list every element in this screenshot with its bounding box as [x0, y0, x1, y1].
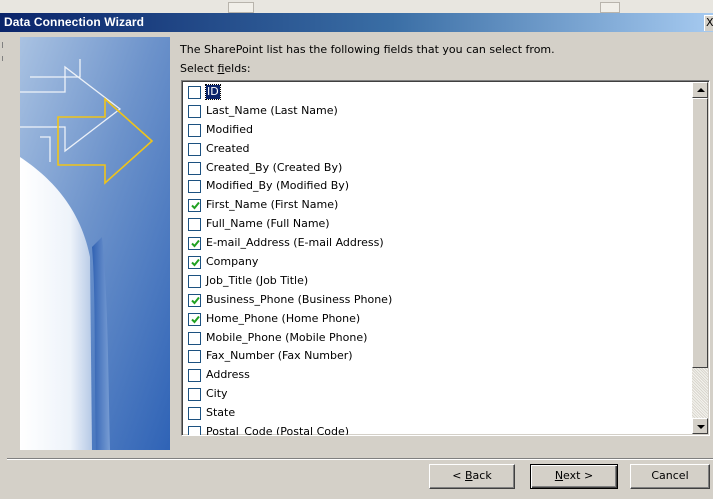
scroll-down-arrow-icon	[697, 425, 705, 429]
field-checkbox[interactable]	[188, 350, 201, 364]
field-checkbox[interactable]	[188, 123, 201, 137]
field-label: Created_By (Created By)	[206, 160, 343, 174]
button-separator-highlight	[7, 459, 713, 460]
edge-tick	[2, 56, 3, 61]
field-label: First_Name (First Name)	[206, 198, 339, 212]
field-checkbox[interactable]	[188, 237, 201, 251]
field-checkbox[interactable]	[188, 256, 201, 270]
background-scrollbar-fragment	[600, 2, 620, 13]
field-label: Company	[206, 255, 259, 269]
field-label: Fax_Number (Fax Number)	[206, 349, 353, 363]
field-label: Home_Phone (Home Phone)	[206, 311, 361, 325]
field-checkbox[interactable]	[188, 369, 201, 383]
select-fields-label: Select fields:	[180, 62, 251, 75]
check-mark-icon	[191, 296, 200, 305]
field-checkbox[interactable]	[188, 86, 201, 99]
field-checkbox[interactable]	[188, 426, 201, 435]
vertical-scrollbar[interactable]	[692, 82, 708, 434]
field-label: ID	[205, 84, 221, 100]
field-checkbox[interactable]	[188, 293, 201, 307]
background-window-strip	[0, 0, 713, 13]
next-suffix: ext >	[563, 469, 594, 482]
field-checkbox[interactable]	[188, 312, 201, 326]
wizard-side-panel	[20, 37, 170, 450]
field-checkbox[interactable]	[188, 218, 201, 232]
next-mnemonic: N	[554, 469, 564, 482]
back-prefix: <	[452, 469, 465, 482]
field-checkbox[interactable]	[188, 274, 201, 288]
window-left-edge	[0, 32, 7, 499]
check-mark-icon	[191, 202, 200, 210]
back-button[interactable]: < Back	[429, 464, 515, 489]
fields-listbox[interactable]: ID Last_Name (Last Name) Modified Created Cr…	[181, 80, 710, 436]
field-label: Full_Name (Full Name)	[206, 217, 330, 231]
field-checkbox[interactable]	[188, 388, 201, 402]
field-label: Mobile_Phone (Mobile Phone)	[206, 330, 368, 344]
check-mark-icon	[191, 315, 200, 324]
scroll-up-arrow-icon	[697, 88, 705, 92]
field-label: Address	[206, 368, 250, 382]
scroll-up-button[interactable]	[692, 82, 708, 98]
scroll-down-button[interactable]	[692, 418, 708, 434]
cancel-button[interactable]: Cancel	[630, 464, 710, 489]
field-checkbox[interactable]	[188, 331, 201, 345]
edge-tick	[2, 42, 3, 48]
close-button[interactable]: X	[704, 15, 713, 31]
field-label: City	[206, 387, 228, 401]
select-label-prefix: Select	[180, 62, 218, 75]
close-icon: X	[706, 16, 713, 29]
field-label: Business_Phone (Business Phone)	[206, 292, 393, 306]
field-label: State	[206, 406, 236, 420]
next-button[interactable]: Next >	[530, 464, 618, 489]
field-checkbox[interactable]	[188, 199, 201, 213]
background-scrollbar-fragment	[228, 2, 254, 13]
field-label: E-mail_Address (E-mail Address)	[206, 236, 384, 250]
field-label: Postal_Code (Postal Code)	[206, 425, 350, 436]
field-checkbox[interactable]	[188, 407, 201, 421]
back-mnemonic: B	[465, 469, 473, 482]
intro-text: The SharePoint list has the following fi…	[180, 43, 555, 56]
field-checkbox[interactable]	[188, 142, 201, 156]
check-mark-icon	[191, 258, 200, 267]
title-bar: Data Connection Wizard X	[0, 13, 713, 32]
field-label: Job_Title (Job Title)	[206, 273, 309, 287]
wizard-arrow-graphic	[20, 37, 170, 450]
field-checkbox[interactable]	[188, 180, 201, 194]
select-label-suffix: ields:	[224, 62, 251, 75]
back-suffix: ack	[472, 469, 492, 482]
field-checkbox[interactable]	[188, 161, 201, 175]
field-label: Created	[206, 141, 250, 155]
field-label: Last_Name (Last Name)	[206, 103, 338, 117]
window-title: Data Connection Wizard	[4, 15, 145, 29]
field-label: Modified	[206, 122, 253, 136]
field-label: Modified_By (Modified By)	[206, 179, 350, 193]
field-checkbox[interactable]	[188, 104, 201, 118]
scrollbar-thumb[interactable]	[692, 98, 708, 368]
check-mark-icon	[191, 239, 200, 248]
